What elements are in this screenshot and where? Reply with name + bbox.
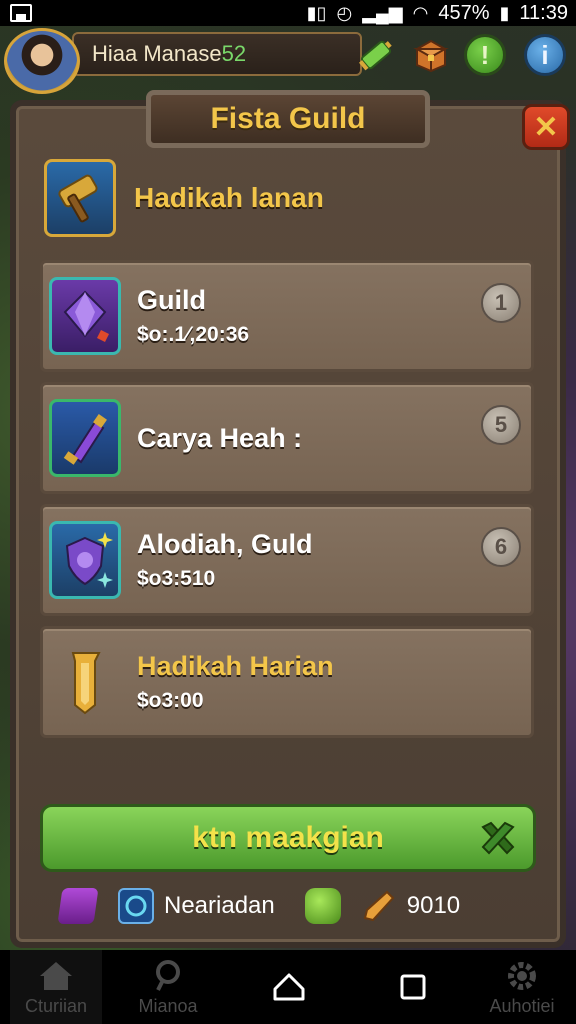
gold-crystal-icon [361, 888, 397, 924]
nav-settings-label: Auhotiei [489, 995, 555, 1016]
nav-search[interactable]: Mianoa [118, 950, 218, 1024]
system-home-button[interactable] [262, 950, 316, 1024]
close-button[interactable]: ✕ [522, 104, 570, 150]
guild-item-tile [49, 643, 121, 721]
list-item[interactable]: Guild $o:.1⁄,20:36 1 [40, 260, 534, 372]
row-title: Hadikah Harian [137, 651, 334, 681]
triangle-home-icon [273, 973, 305, 1001]
blue-rune-icon [118, 888, 154, 924]
crossed-swords-icon [477, 817, 519, 859]
home-icon [40, 961, 72, 990]
guild-item-tile [49, 277, 121, 355]
search-icon [156, 959, 180, 991]
banner-icon [71, 652, 101, 715]
resource-label: Neariadan [164, 892, 275, 919]
player-name: Hiaa Manase [92, 41, 222, 66]
guild-item-tile [49, 399, 121, 477]
shield-icon [65, 532, 113, 588]
row-subtitle: $o:.1⁄,20:36 [137, 323, 250, 346]
system-recents-button[interactable] [390, 950, 436, 1024]
row-subtitle: $o3:00 [137, 689, 204, 712]
guild-emblem [44, 159, 116, 237]
row-title: Alodiah, Guld [137, 529, 313, 559]
resource-bar: Neariadan 9010 [57, 882, 540, 930]
purple-gem-icon [57, 888, 99, 924]
energy-button[interactable] [354, 34, 398, 76]
rank-badge: 5 [481, 405, 521, 445]
battery-item-icon [358, 40, 392, 71]
bottom-navigation: Cturiian Mianoa Auhotiei [0, 950, 576, 1024]
list-item[interactable]: Carya Heah : 5 [40, 382, 534, 494]
exclamation-icon: ! [480, 39, 490, 70]
nav-home-label: Cturiian [24, 995, 88, 1016]
recents-icon [400, 974, 426, 1000]
row-subtitle: $o3:510 [137, 567, 216, 590]
battery-icon: ▮ [499, 3, 510, 23]
help-button[interactable]: i [524, 34, 566, 76]
wifi-icon: ◠ [412, 3, 429, 23]
list-item[interactable]: Hadikah Harian $o3:00 [40, 626, 534, 738]
row-title: Guild [137, 285, 206, 315]
signal-icon: ▂▄▆ [362, 3, 403, 23]
hammer-icon [58, 174, 98, 223]
list-item[interactable]: Alodiah, Guld $o3:510 6 [40, 504, 534, 616]
claim-button[interactable]: ktn maakgian [40, 804, 536, 872]
info-icon: i [541, 39, 549, 70]
green-jar-icon [304, 888, 341, 924]
chest-button[interactable] [410, 34, 452, 76]
close-icon: ✕ [533, 110, 559, 144]
guild-header-label: Hadikah lanan [134, 182, 324, 213]
alarm-icon: ◴ [336, 3, 353, 23]
nav-home[interactable]: Cturiian [10, 950, 102, 1024]
info-button[interactable]: ! [464, 34, 506, 76]
panel-title: Fista Guild [210, 102, 366, 135]
status-time: 11:39 [519, 1, 568, 24]
player-level: 52 [221, 41, 247, 66]
potion-icon [63, 414, 107, 465]
crystal-icon [63, 290, 109, 342]
row-title: Carya Heah : [137, 423, 303, 453]
guild-item-tile [49, 521, 121, 599]
nfc-icon: ▮▯ [306, 3, 327, 23]
chest-icon [413, 39, 449, 73]
guild-header: Hadikah lanan [44, 158, 534, 238]
player-name-plate: Hiaa Manase 52 [72, 32, 362, 76]
panel-title-plate: Fista Guild [146, 90, 430, 148]
rank-badge: 1 [481, 283, 521, 323]
battery-percent: 457% [438, 1, 490, 24]
claim-button-label: ktn maakgian [192, 821, 384, 854]
status-bar: ▮▯ ◴ ▂▄▆ ◠ 457% ▮ 11:39 [0, 0, 576, 26]
gallery-icon [10, 4, 32, 22]
gear-icon [508, 961, 536, 990]
nav-settings[interactable]: Auhotiei [474, 950, 570, 1024]
rank-badge: 6 [481, 527, 521, 567]
nav-search-label: Mianoa [138, 995, 198, 1016]
resource-amount: 9010 [406, 892, 461, 919]
player-avatar[interactable] [4, 28, 80, 94]
